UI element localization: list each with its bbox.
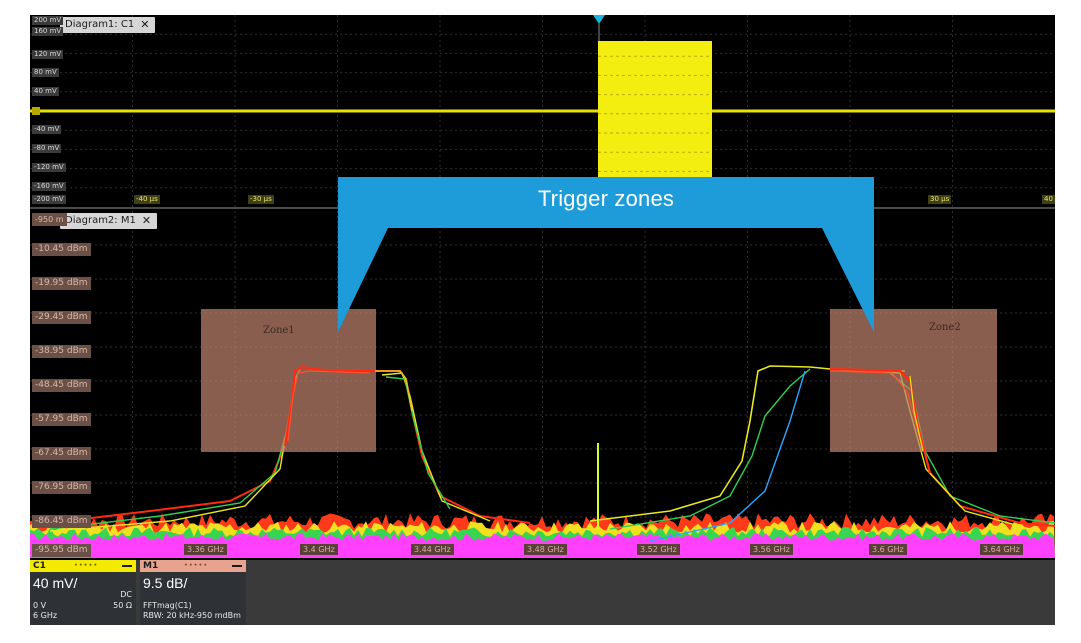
zone-2-label: Zone2 bbox=[929, 322, 961, 333]
y-label: -10.45 dBm bbox=[32, 243, 91, 256]
y-label-top: -950 m bbox=[32, 213, 67, 226]
x-label: 3.64 GHz bbox=[980, 544, 1023, 555]
diagram2-tab-label: Diagram2: M1 bbox=[65, 215, 136, 226]
y-label: -67.45 dBm bbox=[32, 447, 91, 460]
y-label: 160 mV bbox=[32, 27, 64, 36]
diagram2-spectrum[interactable]: Zone1 Zone2 Diagram2: M1 ✕ -950 m -10.45… bbox=[30, 211, 1055, 558]
y-label: -48.45 dBm bbox=[32, 379, 91, 392]
diagram1-tab-label: Diagram1: C1 bbox=[65, 19, 135, 30]
channel-bar: C1 ••••• 40 mV/ DC 0 V 50 Ω 6 GHz M1 •••… bbox=[30, 560, 1055, 625]
x-label: 3.6 GHz bbox=[869, 544, 907, 555]
y-label: -95.95 dBm bbox=[32, 544, 91, 557]
channel-c1-coupling: DC bbox=[120, 590, 132, 599]
oscilloscope-screen: Diagram1: C1 ✕ 200 mV 160 mV 120 mV 80 m… bbox=[30, 15, 1055, 625]
y-label: -19.95 dBm bbox=[32, 277, 91, 290]
x-label: -40 µs bbox=[134, 195, 160, 204]
channel-m1-header: M1 ••••• bbox=[140, 560, 246, 572]
spectrum-trace bbox=[375, 370, 531, 524]
y-label: -57.95 dBm bbox=[32, 413, 91, 426]
channel-c1-scale: 40 mV/ bbox=[33, 575, 78, 591]
trigger-zone-2[interactable] bbox=[830, 309, 997, 452]
y-label: -40 mV bbox=[32, 125, 62, 134]
x-label: 3.44 GHz bbox=[411, 544, 454, 555]
c1-burst-trace bbox=[598, 41, 712, 207]
channel-m1-rbw: RBW: 20 kHz-950 mdBm bbox=[143, 611, 241, 620]
channel-c1-box[interactable]: C1 ••••• 40 mV/ DC 0 V 50 Ω 6 GHz bbox=[30, 560, 136, 625]
y-label: -29.45 dBm bbox=[32, 311, 91, 324]
x-label: 3.48 GHz bbox=[524, 544, 567, 555]
channel-m1-scale: 9.5 dB/ bbox=[143, 575, 188, 591]
diagram1-waveform bbox=[30, 15, 1055, 207]
y-label: -38.95 dBm bbox=[32, 345, 91, 358]
x-label: 30 µs bbox=[928, 195, 952, 204]
y-label: 40 mV bbox=[32, 87, 59, 96]
diagram1-tab[interactable]: Diagram1: C1 ✕ bbox=[60, 17, 156, 33]
x-label: 3.36 GHz bbox=[184, 544, 227, 555]
trigger-position-marker bbox=[593, 15, 605, 24]
y-label: -76.95 dBm bbox=[32, 481, 91, 494]
y-label: -120 mV bbox=[32, 163, 66, 172]
x-label: 3.56 GHz bbox=[750, 544, 793, 555]
channel-c1-name: C1 bbox=[33, 561, 46, 571]
y-label: 200 mV bbox=[32, 16, 64, 25]
channel-m1-box[interactable]: M1 ••••• 9.5 dB/ FFTmag(C1) RBW: 20 kHz-… bbox=[140, 560, 246, 625]
x-label: 40 bbox=[1042, 195, 1055, 204]
y-label: -200 mV bbox=[32, 195, 66, 204]
diagram1-time-domain[interactable]: Diagram1: C1 ✕ 200 mV 160 mV 120 mV 80 m… bbox=[30, 15, 1055, 209]
x-label: 3.52 GHz bbox=[637, 544, 680, 555]
y-label: -160 mV bbox=[32, 182, 66, 191]
spectrum-trace bbox=[381, 372, 491, 522]
x-label: 3.4 GHz bbox=[300, 544, 338, 555]
y-label: 80 mV bbox=[32, 68, 59, 77]
channel-c1-bandwidth: 6 GHz bbox=[33, 611, 58, 620]
y-label: -80 mV bbox=[32, 144, 62, 153]
channel-m1-source: FFTmag(C1) bbox=[143, 601, 192, 610]
channel-c1-impedance: 50 Ω bbox=[113, 601, 132, 610]
y-label: -86.45 dBm bbox=[32, 515, 91, 528]
close-icon[interactable]: ✕ bbox=[142, 213, 151, 229]
c1-offset-marker[interactable] bbox=[32, 107, 40, 115]
diagram2-tab[interactable]: Diagram2: M1 ✕ bbox=[60, 213, 158, 229]
channel-m1-name: M1 bbox=[143, 561, 159, 571]
channel-c1-offset: 0 V bbox=[33, 601, 47, 610]
close-icon[interactable]: ✕ bbox=[140, 17, 149, 33]
x-label: -30 µs bbox=[248, 195, 274, 204]
zone-1-label: Zone1 bbox=[263, 325, 295, 336]
channel-c1-header: C1 ••••• bbox=[30, 560, 136, 572]
callout-label: Trigger zones bbox=[537, 186, 675, 211]
y-label: 120 mV bbox=[32, 50, 64, 59]
